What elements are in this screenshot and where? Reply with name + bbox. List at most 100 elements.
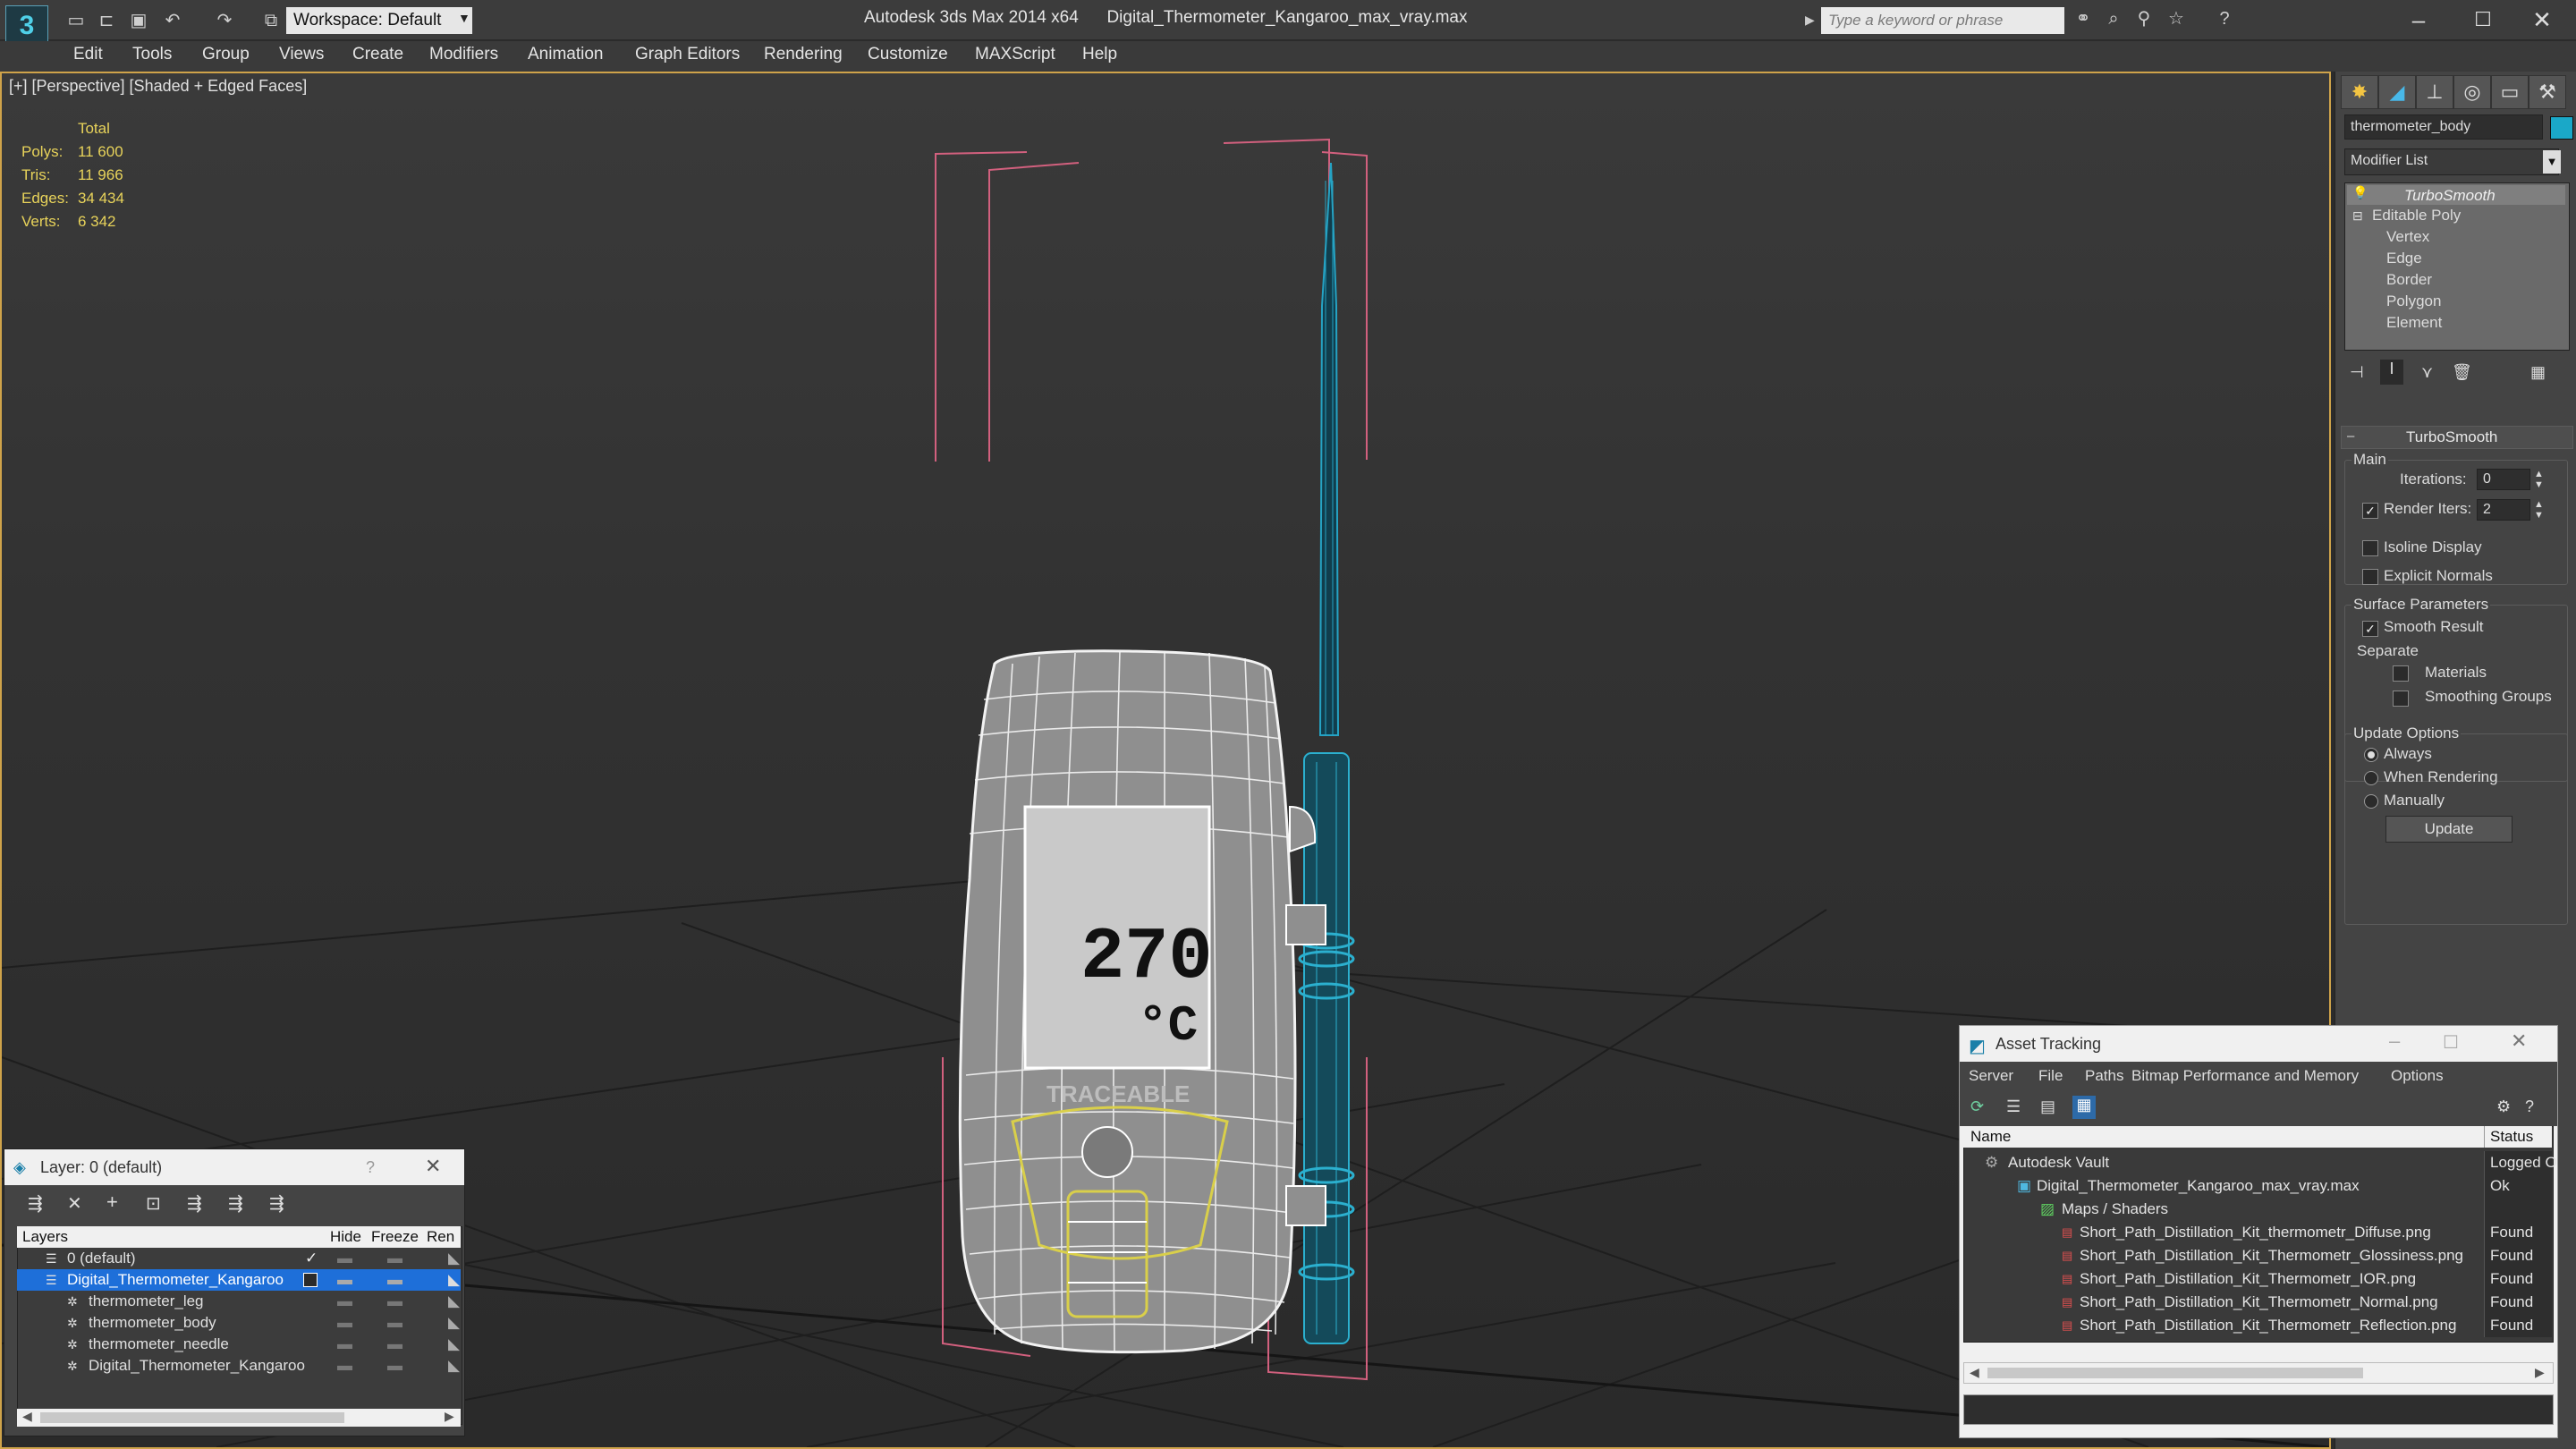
column-layers[interactable]: Layers — [22, 1226, 68, 1248]
update-button[interactable]: Update — [2385, 816, 2512, 843]
chevron-down-icon[interactable]: ▼ — [458, 11, 470, 25]
column-freeze[interactable]: Freeze — [371, 1226, 419, 1248]
expand-arrow-icon[interactable]: ▶ — [1805, 13, 1815, 28]
hide-toggle[interactable]: ▬ — [337, 1248, 352, 1269]
maximize-button[interactable]: ☐ — [2443, 1031, 2459, 1054]
menu-tools[interactable]: Tools — [132, 45, 172, 64]
stack-item-turbosmooth[interactable]: 💡 TurboSmooth — [2347, 185, 2565, 205]
object-row[interactable]: ✲ thermometer_body ▬ ▬ ◣ — [17, 1312, 461, 1334]
menu-group[interactable]: Group — [202, 45, 250, 64]
favorites-star-icon[interactable]: ☆ — [2165, 7, 2188, 30]
menu-animation[interactable]: Animation — [528, 45, 604, 64]
asset-row[interactable]: ▤ Short_Path_Distillation_Kit_thermometr… — [1963, 1221, 2552, 1244]
maximize-button[interactable]: ☐ — [2456, 4, 2510, 36]
scroll-left-icon[interactable]: ◀ — [22, 1409, 32, 1424]
close-button[interactable]: ✕ — [425, 1155, 441, 1178]
menu-views[interactable]: Views — [279, 45, 324, 64]
new-layer-icon[interactable]: ⇶ — [28, 1192, 43, 1215]
object-row[interactable]: ✲ thermometer_leg ▬ ▬ ◣ — [17, 1291, 461, 1312]
manually-radio[interactable] — [2364, 794, 2378, 809]
undo-icon[interactable]: ↶ — [161, 9, 184, 32]
menu-customize[interactable]: Customize — [868, 45, 948, 64]
asset-row[interactable]: ▤ Short_Path_Distillation_Kit_Thermometr… — [1963, 1267, 2552, 1291]
configure-sets-icon[interactable]: ▦ — [2530, 363, 2546, 382]
hide-toggle[interactable]: ▬ — [337, 1312, 352, 1334]
stack-item-editable-poly[interactable]: Editable Poly — [2372, 207, 2461, 225]
render-toggle-icon[interactable]: ◣ — [448, 1334, 460, 1355]
spinner-arrows-icon[interactable]: ▲ ▼ — [2534, 499, 2544, 521]
hide-toggle[interactable]: ▬ — [337, 1334, 352, 1355]
hide-toggle[interactable]: ▬ — [337, 1269, 352, 1291]
workspace-dropdown[interactable]: Workspace: Default — [286, 7, 472, 34]
utilities-tab-icon[interactable]: ⚒ — [2529, 75, 2566, 109]
always-radio[interactable] — [2364, 748, 2378, 762]
horizontal-scrollbar[interactable]: ◀ ▶ — [17, 1409, 461, 1427]
freeze-toggle[interactable]: ▬ — [387, 1269, 402, 1291]
hide-toggle[interactable]: ▬ — [337, 1355, 352, 1377]
freeze-toggle[interactable]: ▬ — [387, 1355, 402, 1377]
turbosmooth-rollout-header[interactable]: – TurboSmooth — [2341, 426, 2573, 449]
scroll-right-icon[interactable]: ▶ — [2535, 1365, 2545, 1380]
project-folder-icon[interactable]: ⧉ — [259, 9, 283, 32]
chevron-down-icon[interactable]: ▼ — [2543, 150, 2561, 174]
object-row[interactable]: ✲ Digital_Thermometer_Kangaroo ▬ ▬ ◣ — [17, 1355, 461, 1377]
motion-tab-icon[interactable]: ◎ — [2453, 75, 2491, 109]
column-hide[interactable]: Hide — [330, 1226, 361, 1248]
stack-item-vertex[interactable]: Vertex — [2386, 228, 2429, 246]
stack-item-border[interactable]: Border — [2386, 271, 2432, 289]
asset-row[interactable]: ⚙ Autodesk Vault Logged O — [1963, 1151, 2557, 1174]
render-toggle-icon[interactable]: ◣ — [448, 1312, 460, 1334]
active-layer-check-icon[interactable]: ✓ — [305, 1248, 318, 1269]
search-input[interactable]: Type a keyword or phrase — [1821, 7, 2064, 34]
scrollbar-thumb[interactable] — [1987, 1368, 2363, 1378]
hide-all-icon[interactable]: ⇶ — [228, 1192, 243, 1215]
binoculars-icon[interactable]: ⚭ — [2072, 7, 2095, 30]
list-view-icon[interactable]: ☰ — [2006, 1097, 2021, 1116]
minimize-button[interactable]: – — [2389, 1030, 2400, 1053]
help-icon[interactable]: ? — [2213, 7, 2236, 30]
display-tab-icon[interactable]: ▭ — [2491, 75, 2529, 109]
object-row[interactable]: ✲ thermometer_needle ▬ ▬ ◣ — [17, 1334, 461, 1355]
viewport-label[interactable]: [+] [Perspective] [Shaded + Edged Faces] — [9, 77, 307, 96]
menu-options[interactable]: Options — [2391, 1067, 2444, 1085]
scroll-right-icon[interactable]: ▶ — [445, 1409, 454, 1424]
freeze-toggle[interactable]: ▬ — [387, 1291, 402, 1312]
open-file-icon[interactable]: ⊏ — [95, 9, 118, 32]
active-layer-box[interactable] — [303, 1273, 318, 1287]
stack-item-element[interactable]: Element — [2386, 314, 2442, 332]
lightbulb-icon[interactable]: 💡 — [2352, 185, 2368, 200]
delete-layer-icon[interactable]: ✕ — [67, 1192, 82, 1215]
modifier-list-dropdown[interactable]: Modifier List — [2344, 148, 2559, 175]
menu-graph-editors[interactable]: Graph Editors — [635, 45, 740, 64]
menu-bitmap-performance[interactable]: Bitmap Performance and Memory — [2131, 1067, 2359, 1085]
asset-row[interactable]: ▤ Short_Path_Distillation_Kit_Thermometr… — [1963, 1291, 2552, 1314]
object-color-swatch[interactable] — [2550, 116, 2573, 140]
scroll-left-icon[interactable]: ◀ — [1970, 1365, 1979, 1380]
smoothing-groups-checkbox[interactable] — [2393, 691, 2409, 707]
detail-view-icon[interactable]: ▤ — [2040, 1097, 2055, 1116]
column-render[interactable]: Ren — [427, 1226, 454, 1248]
subscription-icon[interactable]: ⌕ — [2102, 7, 2125, 30]
menu-modifiers[interactable]: Modifiers — [429, 45, 498, 64]
isoline-display-checkbox[interactable] — [2362, 540, 2378, 556]
column-name[interactable]: Name — [1970, 1126, 2011, 1148]
spinner-arrows-icon[interactable]: ▲ ▼ — [2534, 469, 2544, 490]
menu-edit[interactable]: Edit — [73, 45, 103, 64]
render-iters-spinner[interactable]: 2 — [2477, 499, 2530, 521]
render-toggle-icon[interactable]: ◣ — [448, 1269, 460, 1291]
asset-row[interactable]: ▤ Short_Path_Distillation_Kit_Thermometr… — [1963, 1244, 2552, 1267]
menu-help[interactable]: Help — [1082, 45, 1117, 64]
select-objects-icon[interactable]: ⊡ — [146, 1192, 161, 1215]
asset-row[interactable]: ▨ Maps / Shaders — [1963, 1198, 2552, 1221]
freeze-toggle[interactable]: ▬ — [387, 1312, 402, 1334]
menu-server[interactable]: Server — [1969, 1067, 2013, 1085]
render-toggle-icon[interactable]: ◣ — [448, 1291, 460, 1312]
modify-tab-icon[interactable]: ◢ — [2378, 75, 2416, 109]
object-name-field[interactable]: thermometer_body — [2344, 114, 2543, 140]
redo-icon[interactable]: ↷ — [213, 9, 236, 32]
remove-modifier-icon[interactable]: 🗑 — [2452, 363, 2472, 382]
explicit-normals-checkbox[interactable] — [2362, 569, 2378, 585]
smooth-result-checkbox[interactable]: ✓ — [2362, 621, 2378, 637]
pin-stack-icon[interactable]: ⊣ — [2350, 363, 2364, 382]
menu-file[interactable]: File — [2038, 1067, 2063, 1085]
